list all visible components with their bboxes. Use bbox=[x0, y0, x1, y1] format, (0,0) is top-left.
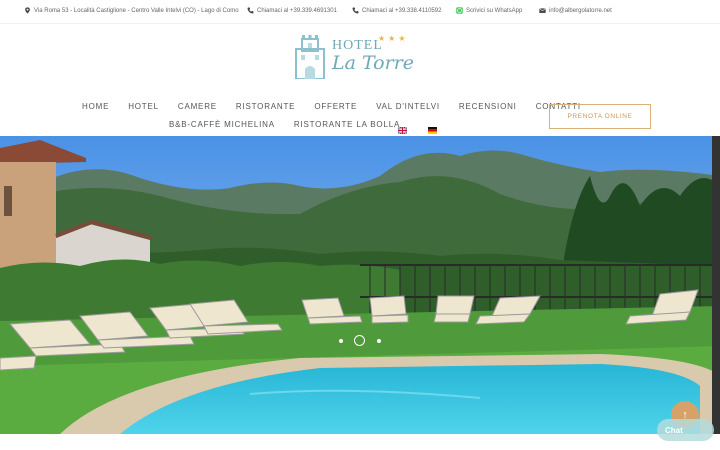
phone1-link[interactable]: Chiamaci al +39.339.4691301 bbox=[247, 7, 337, 14]
address-item: Via Roma 53 - Località Castiglione - Cen… bbox=[24, 7, 239, 14]
whatsapp-link[interactable]: Scrivici su WhatsApp bbox=[456, 7, 522, 14]
top-info-bar: Via Roma 53 - Località Castiglione - Cen… bbox=[0, 0, 720, 24]
hero-pool-photo bbox=[0, 136, 720, 434]
mail-icon bbox=[539, 7, 546, 14]
whatsapp-icon bbox=[456, 7, 463, 14]
phone-icon bbox=[247, 7, 254, 14]
book-online-button[interactable]: PRENOTA ONLINE bbox=[549, 104, 651, 129]
chat-label: Chat bbox=[665, 425, 683, 435]
nav-camere[interactable]: CAMERE bbox=[178, 102, 217, 111]
map-pin-icon bbox=[24, 7, 31, 14]
logo-name-text: La Torre bbox=[332, 52, 415, 74]
nav-bb-caffe-michelina[interactable]: B&B-CAFFÈ MICHELINA bbox=[169, 120, 275, 129]
email-text: info@albergolatorre.net bbox=[549, 7, 612, 14]
english-flag-icon[interactable] bbox=[397, 121, 408, 135]
address-text: Via Roma 53 - Località Castiglione - Cen… bbox=[34, 7, 239, 14]
page-bottom-strip bbox=[0, 434, 720, 450]
chat-button[interactable]: Chat bbox=[657, 419, 714, 441]
nav-val-d-intelvi[interactable]: VAL D'INTELVI bbox=[376, 102, 440, 111]
slide-dot-2-active[interactable] bbox=[354, 335, 365, 346]
logo-stars: ★★★ bbox=[378, 34, 409, 43]
slide-dot-1[interactable] bbox=[339, 339, 343, 343]
hero-slider[interactable] bbox=[0, 136, 720, 434]
phone2-link[interactable]: Chiamaci al +39.338.4110592 bbox=[352, 7, 441, 14]
nav-hotel[interactable]: HOTEL bbox=[128, 102, 159, 111]
hotel-logo[interactable]: HOTEL ★★★ La Torre bbox=[290, 30, 430, 82]
phone-icon bbox=[352, 7, 359, 14]
slider-pagination bbox=[334, 335, 394, 347]
nav-offerte[interactable]: OFFERTE bbox=[314, 102, 357, 111]
nav-recensioni[interactable]: RECENSIONI bbox=[459, 102, 517, 111]
nav-row-secondary: B&B-CAFFÈ MICHELINA RISTORANTE LA BOLLA bbox=[169, 120, 400, 129]
nav-ristorante[interactable]: RISTORANTE bbox=[236, 102, 295, 111]
nav-row-primary: HOME HOTEL CAMERE RISTORANTE OFFERTE VAL… bbox=[82, 102, 581, 111]
nav-home[interactable]: HOME bbox=[82, 102, 109, 111]
whatsapp-text: Scrivici su WhatsApp bbox=[466, 7, 523, 14]
german-flag-icon[interactable] bbox=[428, 121, 437, 134]
nav-ristorante-la-bolla[interactable]: RISTORANTE LA BOLLA bbox=[294, 120, 400, 129]
phone1-text: Chiamaci al +39.339.4691301 bbox=[257, 7, 337, 14]
email-link[interactable]: info@albergolatorre.net bbox=[539, 7, 612, 14]
slide-dot-3[interactable] bbox=[377, 339, 381, 343]
tower-logo-icon bbox=[293, 33, 327, 84]
phone2-text: Chiamaci al +39.338.4110592 bbox=[362, 7, 442, 14]
